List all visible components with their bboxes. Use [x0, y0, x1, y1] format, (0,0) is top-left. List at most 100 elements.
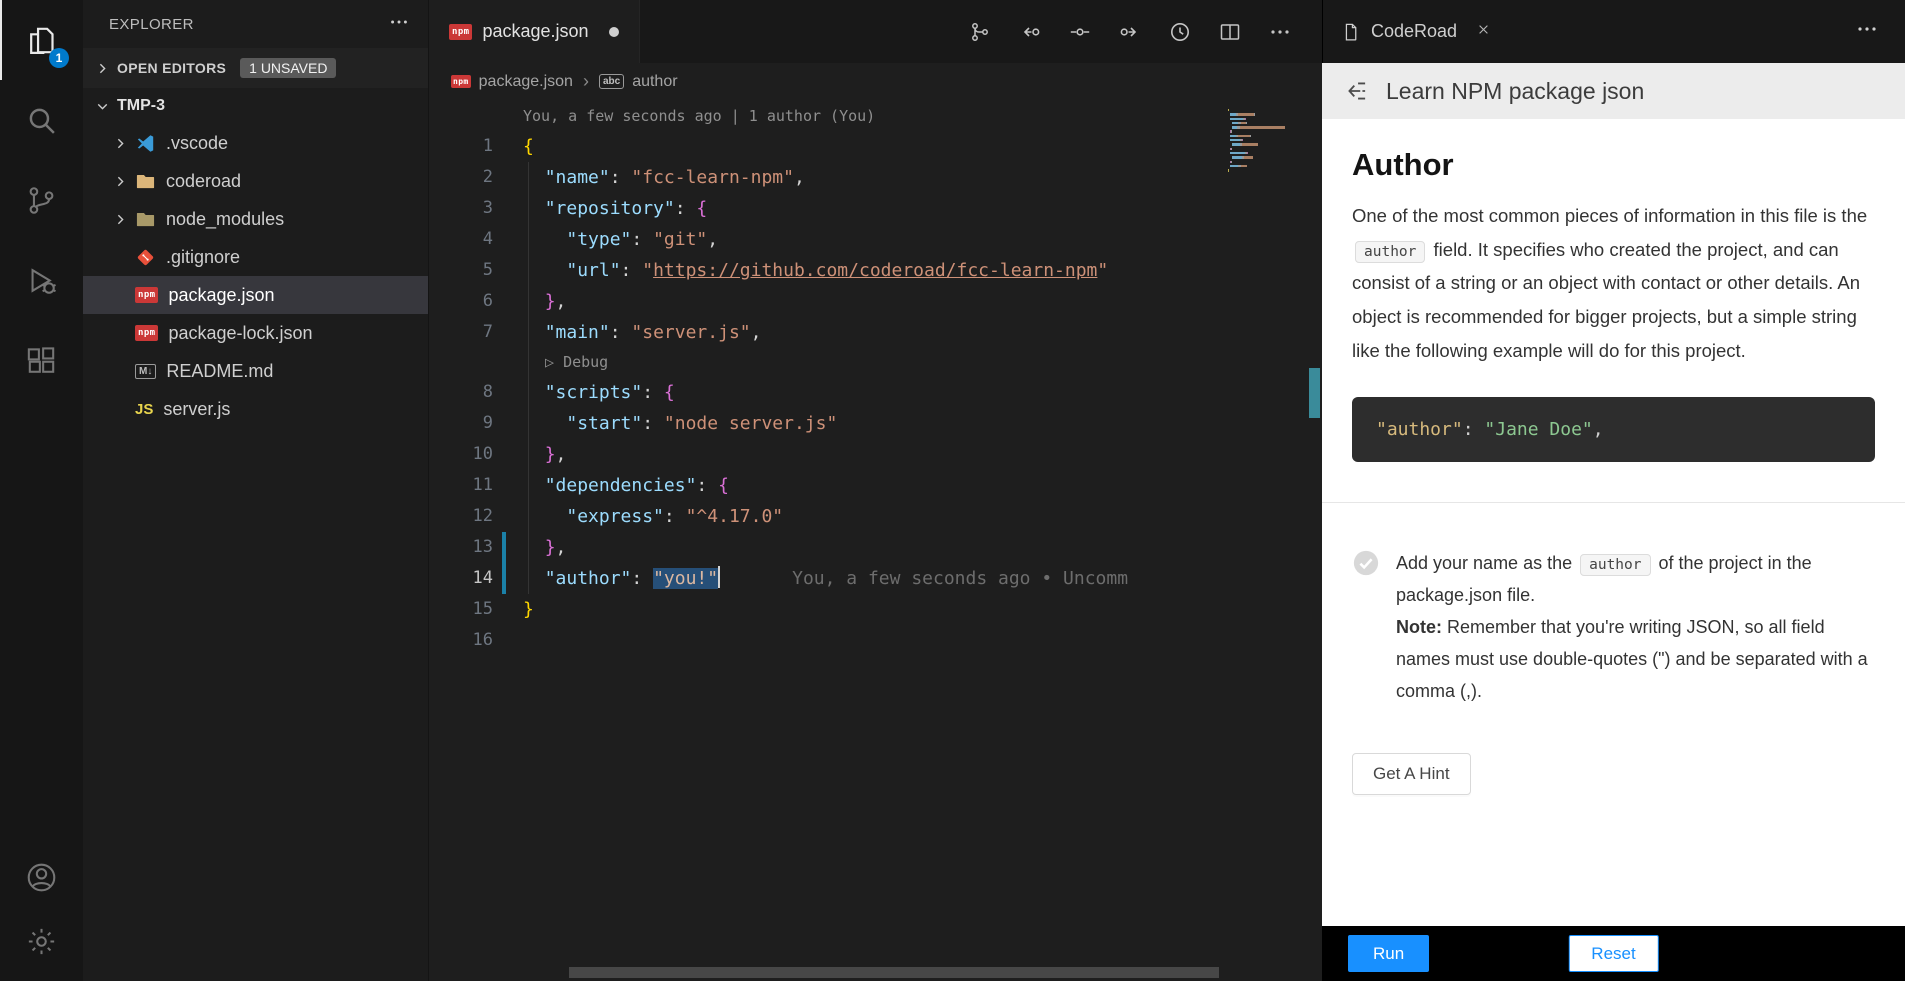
- file-tree: .vscode coderoad node_modules .gitignore npm…: [83, 124, 428, 428]
- file-label: node_modules: [166, 209, 284, 230]
- code-token: :: [1463, 419, 1485, 440]
- example-code-block: "author": "Jane Doe",: [1352, 397, 1875, 462]
- activity-explorer[interactable]: 1: [0, 0, 83, 80]
- activity-source-control[interactable]: [0, 160, 83, 240]
- file-server-js[interactable]: JSserver.js: [83, 390, 428, 428]
- source-control-graph-icon[interactable]: [968, 20, 992, 44]
- code-line-9[interactable]: 9 "start": "node server.js": [429, 408, 1322, 439]
- tab-coderoad[interactable]: CodeRoad: [1323, 0, 1510, 63]
- activity-search[interactable]: [0, 80, 83, 160]
- code-line-2[interactable]: 2 "name": "fcc-learn-npm",: [429, 162, 1322, 193]
- panel-tab-bar: CodeRoad: [1322, 0, 1905, 63]
- horizontal-scrollbar[interactable]: [569, 967, 1219, 978]
- code-editor[interactable]: You, a few seconds ago | 1 author (You)1…: [429, 100, 1322, 981]
- reset-button[interactable]: Reset: [1568, 935, 1658, 972]
- file-label: coderoad: [166, 171, 241, 192]
- sidebar-header: EXPLORER: [83, 0, 428, 48]
- text-run: Add your name as the: [1396, 553, 1577, 573]
- line-content: "express": "^4.17.0": [523, 501, 783, 532]
- lesson-content: Author One of the most common pieces of …: [1322, 119, 1905, 926]
- task-item: Add your name as the author of the proje…: [1352, 547, 1875, 707]
- file--vscode[interactable]: .vscode: [83, 124, 428, 162]
- file-label: .gitignore: [166, 247, 240, 268]
- npm-icon: npm: [449, 24, 472, 40]
- open-editors-row[interactable]: OPEN EDITORS 1 UNSAVED: [83, 48, 428, 88]
- close-icon[interactable]: [1475, 21, 1492, 43]
- file-package-lock-json[interactable]: npmpackage-lock.json: [83, 314, 428, 352]
- menu-back-icon[interactable]: [1344, 78, 1370, 104]
- breadcrumb-label: package.json: [479, 73, 573, 91]
- lens-text: You, a few seconds ago | 1 author (You): [523, 102, 875, 131]
- chevron-right-icon: [109, 135, 131, 152]
- code-line-6[interactable]: 6 },: [429, 286, 1322, 317]
- workspace-root-row[interactable]: TMP-3: [83, 88, 428, 124]
- chevron-down-icon: [91, 98, 113, 115]
- activity-bar-bottom: [0, 845, 83, 981]
- dirty-indicator[interactable]: [609, 27, 619, 37]
- code-line-8[interactable]: 8 "scripts": {: [429, 377, 1322, 408]
- file-coderoad[interactable]: coderoad: [83, 162, 428, 200]
- minimap[interactable]: [1228, 108, 1304, 177]
- line-number: 4: [429, 224, 493, 255]
- code-line-3[interactable]: 3 "repository": {: [429, 193, 1322, 224]
- chevron-right-icon: [91, 60, 113, 77]
- code-line-7[interactable]: 7 "main": "server.js",: [429, 317, 1322, 348]
- code-lines: You, a few seconds ago | 1 author (You)1…: [429, 102, 1322, 656]
- panel-more-actions-icon[interactable]: [1855, 17, 1879, 46]
- activity-run-and-debug[interactable]: [0, 240, 83, 320]
- file-readme-md[interactable]: M↓ README.md: [83, 352, 428, 390]
- code-line-16[interactable]: 16: [429, 625, 1322, 656]
- code-line-12[interactable]: 12 "express": "^4.17.0": [429, 501, 1322, 532]
- overview-ruler[interactable]: [1308, 100, 1322, 981]
- code-line-4[interactable]: 4 "type": "git",: [429, 224, 1322, 255]
- file-label: server.js: [163, 399, 230, 420]
- more-actions-icon[interactable]: [1268, 20, 1292, 44]
- markdown-icon: M↓: [135, 364, 156, 379]
- open-change-icon[interactable]: [1068, 20, 1092, 44]
- text-run: One of the most common pieces of informa…: [1352, 205, 1867, 226]
- codelens-blame[interactable]: You, a few seconds ago | 1 author (You): [429, 102, 1322, 131]
- run-button[interactable]: Run: [1348, 935, 1429, 972]
- lesson-title: Learn NPM package json: [1386, 78, 1644, 105]
- breadcrumb-label: author: [632, 73, 677, 91]
- activity-settings[interactable]: [0, 909, 83, 973]
- file-label: .vscode: [166, 133, 228, 154]
- file-node-modules[interactable]: node_modules: [83, 200, 428, 238]
- file--gitignore[interactable]: .gitignore: [83, 238, 428, 276]
- line-number: 15: [429, 594, 493, 625]
- line-number: 5: [429, 255, 493, 286]
- file-label: README.md: [166, 361, 273, 382]
- activity-extensions[interactable]: [0, 320, 83, 400]
- text-run: field. It specifies who created the proj…: [1352, 239, 1860, 361]
- panel-tab-label: CodeRoad: [1371, 21, 1457, 42]
- breadcrumb-item-package-json[interactable]: npmpackage.json: [451, 73, 573, 91]
- get-hint-button[interactable]: Get A Hint: [1352, 753, 1471, 795]
- code-line-15[interactable]: 15}: [429, 594, 1322, 625]
- line-number: 14: [429, 563, 493, 594]
- coderoad-panel: CodeRoad Learn NPM package json Author O…: [1322, 0, 1905, 981]
- code-line-13[interactable]: 13 },: [429, 532, 1322, 563]
- line-content: },: [523, 532, 566, 563]
- sidebar-more-actions-icon[interactable]: [388, 11, 410, 38]
- debug-play-icon: ▷: [545, 353, 563, 371]
- activity-accounts[interactable]: [0, 845, 83, 909]
- code-line-10[interactable]: 10 },: [429, 439, 1322, 470]
- tab-package-json[interactable]: npm package.json: [429, 0, 640, 63]
- file-package-json[interactable]: npmpackage.json: [83, 276, 428, 314]
- line-content: "url": "https://github.com/coderoad/fcc-…: [523, 255, 1108, 286]
- previous-change-icon[interactable]: [1018, 20, 1042, 44]
- code-line-1[interactable]: 1{: [429, 131, 1322, 162]
- line-content: },: [523, 286, 566, 317]
- code-line-11[interactable]: 11 "dependencies": {: [429, 470, 1322, 501]
- tab-label: package.json: [482, 21, 588, 42]
- code-line-5[interactable]: 5 "url": "https://github.com/coderoad/fc…: [429, 255, 1322, 286]
- breadcrumb-separator: ›: [583, 71, 589, 92]
- split-editor-icon[interactable]: [1218, 20, 1242, 44]
- next-change-icon[interactable]: [1118, 20, 1142, 44]
- code-line-14[interactable]: 14 "author": "you!"You, a few seconds ag…: [429, 563, 1322, 594]
- breadcrumb-item-author[interactable]: abcauthor: [599, 73, 678, 91]
- timeline-icon[interactable]: [1168, 20, 1192, 44]
- line-content: "start": "node server.js": [523, 408, 837, 439]
- line-content: "dependencies": {: [523, 470, 729, 501]
- codelens-debug[interactable]: ▷ Debug: [429, 348, 1322, 377]
